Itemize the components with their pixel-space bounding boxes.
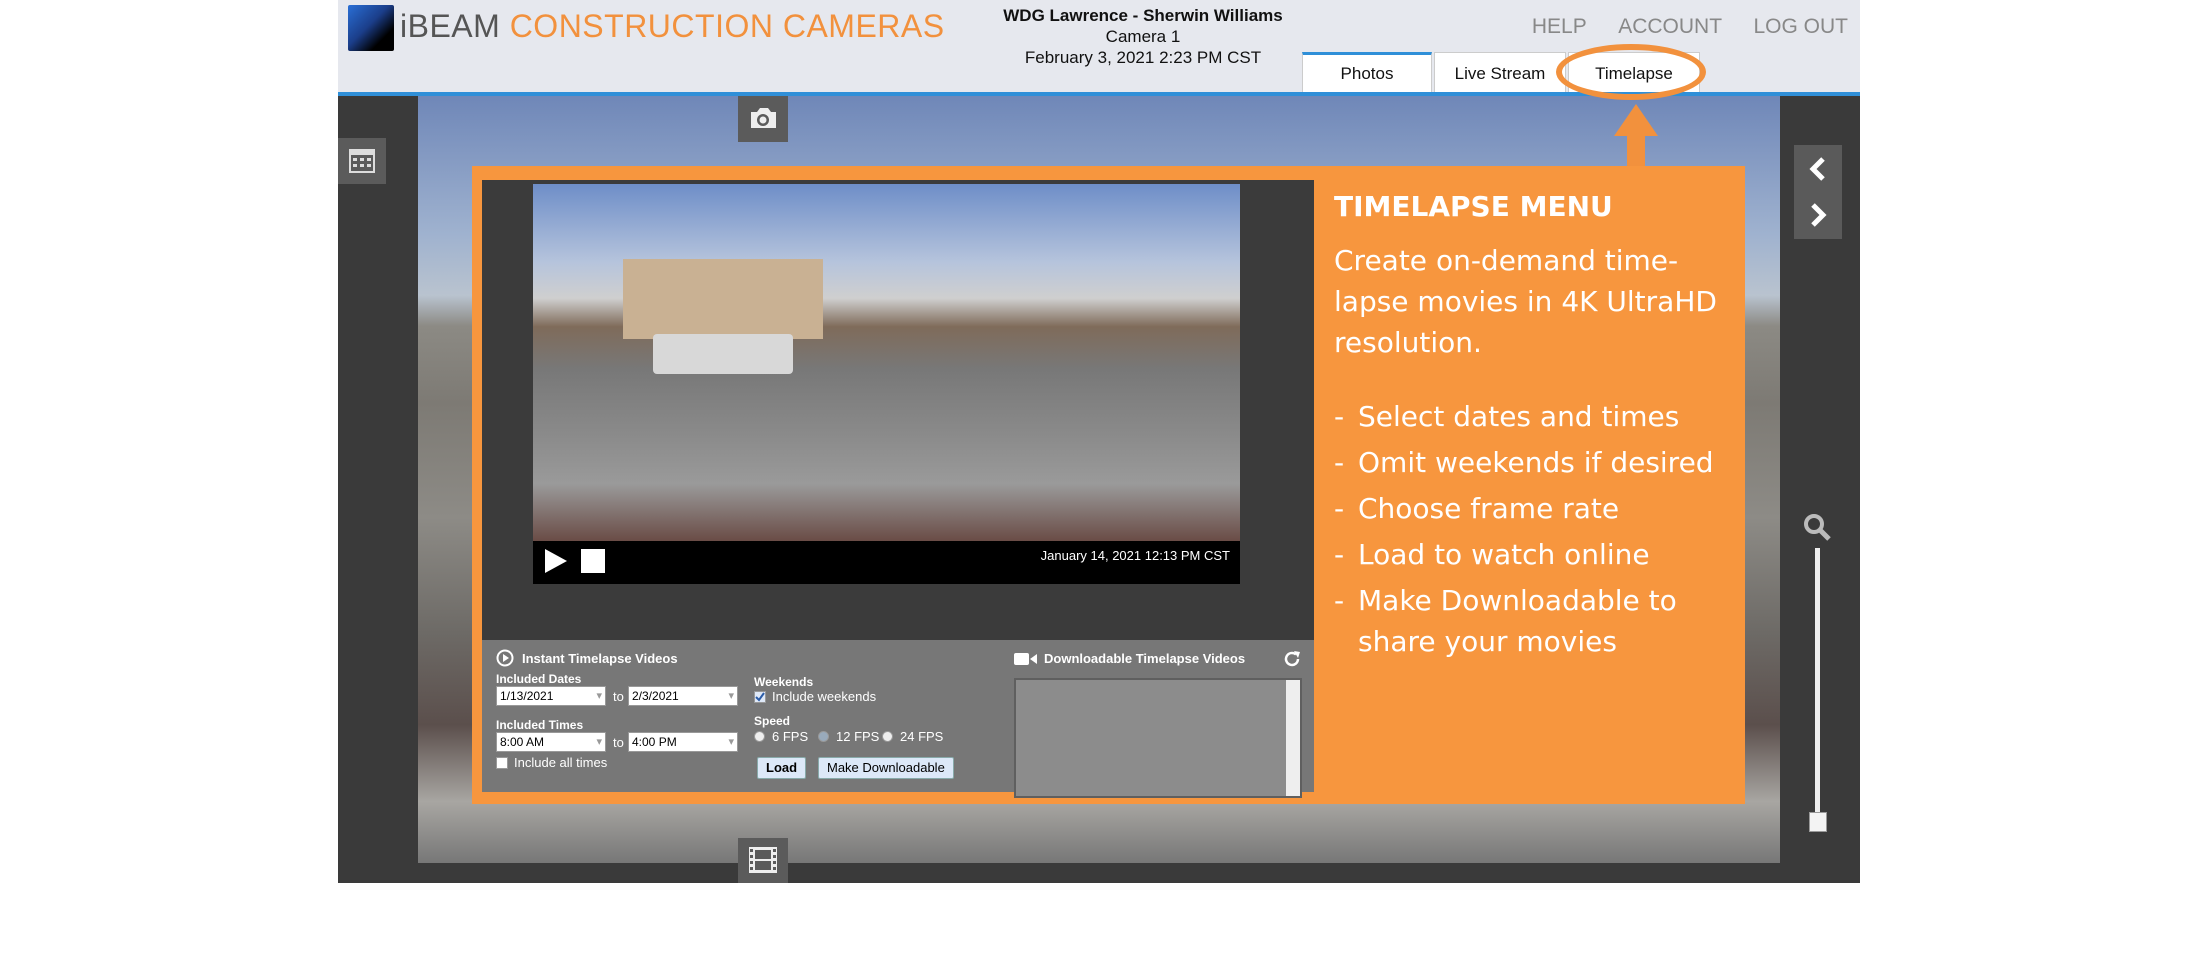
building-under-construction (623, 259, 823, 339)
callout-bullet: Make Downloadable to share your movies (1334, 580, 1744, 662)
camera-name: Camera 1 (1105, 27, 1181, 46)
date-to-select[interactable]: 2/3/2021 (628, 686, 738, 706)
calendar-icon (349, 149, 375, 173)
speed-label: Speed (754, 714, 791, 728)
timelapse-frame (533, 184, 1240, 541)
photo-nav (1794, 145, 1842, 239)
include-all-times-checkbox[interactable] (496, 757, 508, 769)
top-links: HELP ACCOUNT LOG OUT (1506, 15, 1848, 39)
speed-6fps-radio[interactable] (754, 731, 765, 742)
callout-arrow-shaft (1627, 128, 1645, 168)
stop-icon[interactable] (581, 549, 605, 573)
list-scrollbar[interactable] (1286, 680, 1300, 796)
brand-suffix: CONSTRUCTION CAMERAS (509, 8, 945, 44)
callout-intro: Create on-demand time-lapse movies in 4K… (1334, 244, 1717, 359)
downloadable-videos-list[interactable] (1014, 678, 1302, 798)
instant-title: Instant Timelapse Videos (522, 651, 678, 666)
next-photo-icon[interactable] (1811, 203, 1827, 227)
zoom-slider-handle[interactable] (1809, 812, 1827, 832)
to-label: to (613, 689, 624, 704)
timelapse-callout: January 14, 2021 12:13 PM CST Instant Ti… (472, 166, 1745, 804)
camera-icon (751, 108, 776, 128)
include-weekends-checkbox[interactable] (754, 691, 766, 703)
video-controls: January 14, 2021 12:13 PM CST (533, 541, 1240, 584)
speed-12fps-radio[interactable] (818, 731, 829, 742)
time-to-select[interactable]: 4:00 PM (628, 732, 738, 752)
callout-bullet: Omit weekends if desired (1334, 442, 1744, 483)
video-camera-icon (1014, 653, 1037, 665)
time-from-select[interactable]: 8:00 AM (496, 732, 606, 752)
previous-photo-icon[interactable] (1809, 157, 1825, 181)
speed-6fps-label: 6 FPS (772, 729, 809, 744)
refresh-icon[interactable] (1282, 649, 1302, 669)
brand-prefix: iBEAM (400, 8, 501, 44)
timelapse-form: Instant Timelapse Videos Included Dates … (482, 640, 1314, 798)
tab-photos[interactable]: Photos (1302, 52, 1432, 92)
checkmark-icon (755, 692, 765, 702)
project-info: WDG Lawrence - Sherwin Williams Camera 1… (928, 5, 1358, 68)
calendar-button[interactable] (338, 138, 386, 184)
make-downloadable-button[interactable]: Make Downloadable (818, 757, 954, 779)
video-timestamp: January 14, 2021 12:13 PM CST (1040, 548, 1230, 563)
callout-bullet: Load to watch online (1334, 534, 1744, 575)
brand-title: iBEAM CONSTRUCTION CAMERAS (400, 8, 945, 45)
logout-link[interactable]: LOG OUT (1753, 15, 1848, 38)
callout-bullets: Select dates and times Omit weekends if … (1334, 396, 1744, 667)
snapshot-button[interactable] (738, 96, 788, 142)
play-circle-icon (496, 649, 514, 667)
help-link[interactable]: HELP (1532, 15, 1586, 38)
times-label: Included Times (496, 718, 584, 732)
timelapse-highlight-ring (1556, 44, 1706, 100)
dates-label: Included Dates (496, 672, 582, 686)
speed-24fps-label: 24 FPS (900, 729, 944, 744)
zoom-slider-track[interactable] (1815, 548, 1820, 828)
load-button[interactable]: Load (757, 757, 807, 779)
project-name: WDG Lawrence - Sherwin Williams (1003, 6, 1283, 25)
downloadable-title: Downloadable Timelapse Videos (1044, 651, 1246, 666)
include-all-times-label: Include all times (514, 755, 608, 770)
play-icon[interactable] (545, 549, 567, 573)
speed-24fps-radio[interactable] (882, 731, 893, 742)
callout-title: TIMELAPSE MENU (1334, 190, 1613, 223)
ibeam-logo (348, 5, 394, 51)
tab-live-stream[interactable]: Live Stream (1434, 52, 1566, 92)
callout-bullet: Select dates and times (1334, 396, 1744, 437)
pickup-truck (653, 334, 793, 374)
speed-12fps-label: 12 FPS (836, 729, 880, 744)
date-from-select[interactable]: 1/13/2021 (496, 686, 606, 706)
include-weekends-label: Include weekends (772, 689, 877, 704)
video-player[interactable]: January 14, 2021 12:13 PM CST (533, 184, 1240, 584)
zoom-icon (1802, 512, 1832, 542)
to-label-2: to (613, 735, 624, 750)
timelapse-preview-panel: January 14, 2021 12:13 PM CST Instant Ti… (482, 180, 1314, 798)
callout-bullet: Choose frame rate (1334, 488, 1744, 529)
timelapse-film-button[interactable] (738, 838, 788, 883)
weekends-label: Weekends (754, 675, 814, 689)
film-icon (749, 847, 777, 873)
photo-datetime: February 3, 2021 2:23 PM CST (1024, 48, 1262, 67)
account-link[interactable]: ACCOUNT (1618, 15, 1721, 38)
